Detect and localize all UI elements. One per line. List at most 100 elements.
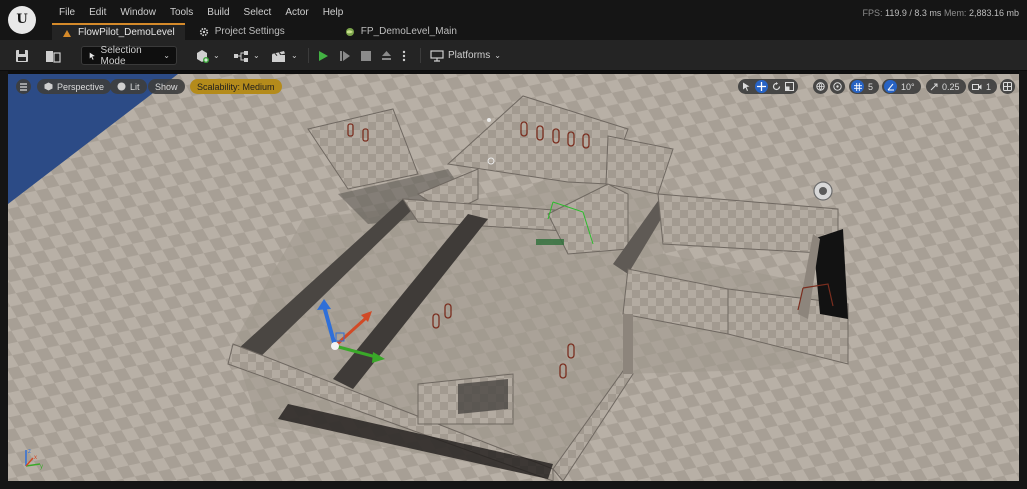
menu-help[interactable]: Help <box>316 6 351 20</box>
svg-text:z: z <box>28 449 31 455</box>
viewport-menu-button[interactable] <box>16 79 31 94</box>
scale-snap-icon <box>930 83 938 90</box>
performance-stats: FPS: 119.9 / 8.3 ms Mem: 2,883.16 mb <box>863 8 1020 18</box>
unreal-logo-icon[interactable]: U <box>8 6 36 34</box>
sky-light-icon[interactable] <box>813 181 833 201</box>
perspective-button[interactable]: Perspective <box>37 79 112 94</box>
level-viewport[interactable]: Perspective Lit Show Scalability: Medium <box>8 74 1019 481</box>
platforms-icon <box>430 49 444 62</box>
hamburger-icon <box>20 82 27 91</box>
mem-label: Mem: <box>943 8 967 18</box>
frame-border <box>0 71 8 489</box>
save-icon[interactable] <box>14 46 30 65</box>
move-tool-icon <box>757 82 766 91</box>
chevron-down-icon: ⌄ <box>163 51 170 60</box>
lit-button[interactable]: Lit <box>110 79 147 94</box>
chevron-down-icon: ⌄ <box>291 51 298 60</box>
menu-select[interactable]: Select <box>237 6 279 20</box>
rotate-tool-icon[interactable] <box>772 82 781 91</box>
play-options-icon[interactable] <box>402 50 406 62</box>
tab-flowpilot-demolevel[interactable]: FlowPilot_DemoLevel <box>52 23 185 40</box>
content-browser-icon[interactable] <box>44 46 62 65</box>
move-tool-button[interactable] <box>755 80 768 93</box>
door-frame[interactable] <box>536 239 564 245</box>
fps-value: 119.9 <box>885 8 907 18</box>
show-label: Show <box>155 81 178 92</box>
platforms-label: Platforms <box>448 50 491 61</box>
camera-speed-value: 1 <box>986 81 992 92</box>
add-cube-icon <box>197 49 209 63</box>
scalability-warning[interactable]: Scalability: Medium <box>190 79 282 94</box>
scalability-label: Scalability: Medium <box>197 81 275 92</box>
blueprint-button[interactable]: ⌄ <box>233 46 260 65</box>
cursor-icon <box>89 52 95 60</box>
wall[interactable] <box>458 379 508 414</box>
grid-snap[interactable]: 5 <box>849 79 880 94</box>
angle-icon <box>887 83 894 90</box>
wall[interactable] <box>623 314 633 374</box>
rotation-snap[interactable]: 10° <box>882 79 921 94</box>
level-scene[interactable] <box>8 74 1019 481</box>
stop-icon[interactable] <box>361 50 371 61</box>
mem-value: 2,883.16 mb <box>968 8 1019 18</box>
platforms-button[interactable]: Platforms ⌄ <box>430 46 501 65</box>
scale-snap[interactable]: 0.25 <box>926 79 966 94</box>
tab-fp-demolevel-main[interactable]: FP_DemoLevel_Main <box>335 23 467 40</box>
toolbar-separator <box>420 48 421 63</box>
grid-snap-value: 5 <box>868 81 874 92</box>
menu-window[interactable]: Window <box>113 6 163 20</box>
document-tabs: FlowPilot_DemoLevel Project Settings FP_… <box>52 23 467 40</box>
perspective-cube-icon <box>44 82 53 91</box>
menu-file[interactable]: File <box>52 6 82 20</box>
toolbar-separator <box>308 48 309 63</box>
lit-label: Lit <box>130 81 140 92</box>
scale-tool-icon[interactable] <box>785 82 794 91</box>
svg-text:x: x <box>34 455 37 461</box>
scale-snap-value: 0.25 <box>942 81 960 92</box>
camera-speed[interactable]: 1 <box>968 79 998 94</box>
axis-indicator-icon: z x y <box>25 449 43 470</box>
menu-actor[interactable]: Actor <box>278 6 315 20</box>
add-actor-button[interactable]: ⌄ <box>195 46 220 65</box>
cinematics-button[interactable]: ⌄ <box>271 46 298 65</box>
clapperboard-icon <box>272 50 285 62</box>
menu-edit[interactable]: Edit <box>82 6 113 20</box>
eject-icon[interactable] <box>381 50 392 61</box>
play-icon[interactable] <box>318 50 329 62</box>
menu-build[interactable]: Build <box>200 6 236 20</box>
select-tool-icon[interactable] <box>742 82 751 91</box>
lit-sphere-icon <box>117 82 126 91</box>
menu-tools[interactable]: Tools <box>163 6 200 20</box>
level-icon <box>63 29 71 37</box>
settings-icon <box>199 27 208 36</box>
viewport-layout-button[interactable] <box>1000 79 1015 94</box>
fps-label: FPS: <box>862 8 883 18</box>
transform-tools <box>738 79 798 94</box>
camera-icon <box>972 83 982 90</box>
advance-frame-icon[interactable] <box>339 50 351 62</box>
chevron-down-icon: ⌄ <box>213 51 220 60</box>
rotation-snap-toggle[interactable] <box>884 80 897 93</box>
tab-label: FP_DemoLevel_Main <box>360 26 457 37</box>
blueprint-icon <box>234 50 248 62</box>
surface-snap-toggle[interactable] <box>830 79 845 94</box>
tab-label: Project Settings <box>214 26 285 37</box>
show-button[interactable]: Show <box>148 79 185 94</box>
title-bar: U File Edit Window Tools Build Select Ac… <box>0 0 1027 40</box>
menu-bar: File Edit Window Tools Build Select Acto… <box>52 6 350 20</box>
tab-project-settings[interactable]: Project Settings <box>189 23 295 40</box>
layout-grid-icon <box>1003 82 1012 91</box>
frame-border <box>0 481 1027 489</box>
world-local-toggle[interactable] <box>813 79 828 94</box>
chevron-down-icon: ⌄ <box>494 51 501 60</box>
globe-icon <box>816 82 825 91</box>
frame-border <box>1019 71 1027 489</box>
grid-icon <box>853 82 862 91</box>
grid-snap-toggle[interactable] <box>851 80 864 93</box>
perspective-label: Perspective <box>57 81 105 92</box>
play-controls <box>318 46 406 65</box>
selection-mode-dropdown[interactable]: Selection Mode ⌄ <box>81 45 177 67</box>
chevron-down-icon: ⌄ <box>253 51 260 60</box>
surface-snap-icon <box>833 82 842 91</box>
frame-time: / 8.3 ms <box>909 8 942 18</box>
